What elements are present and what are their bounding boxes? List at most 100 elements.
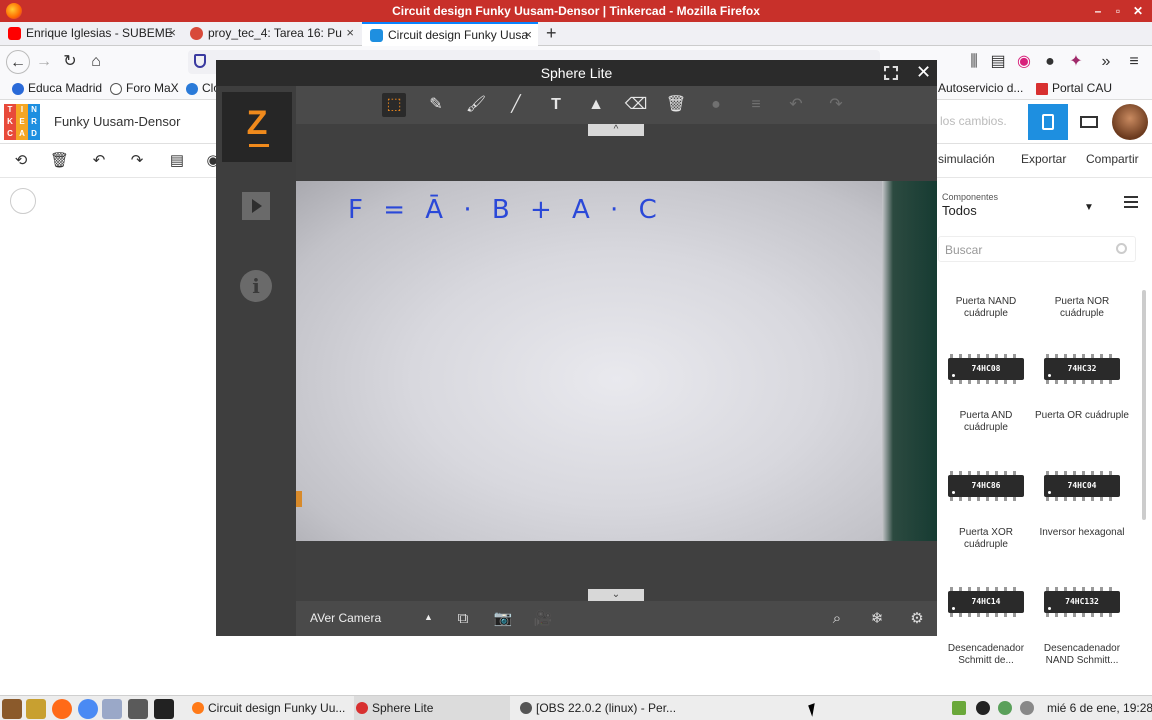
component-item[interactable]: 74HC08 Puerta AND cuádruple: [938, 354, 1034, 434]
tinkercad-logo[interactable]: TINKERCAD: [4, 104, 40, 140]
editor-launcher-icon[interactable]: [26, 699, 46, 719]
update-icon[interactable]: [998, 701, 1012, 715]
files-launcher-icon[interactable]: [2, 699, 22, 719]
start-simulation-button[interactable]: simulación: [938, 152, 995, 166]
forward-button[interactable]: →: [32, 50, 56, 74]
component-item[interactable]: 74HC132 Desencadenador NAND Schmitt...: [1034, 587, 1130, 667]
redo-icon[interactable]: ↷: [824, 93, 848, 117]
rotate-icon[interactable]: ⟲: [12, 152, 30, 170]
freeze-icon[interactable]: ❄: [866, 609, 888, 629]
tab-close-icon[interactable]: ×: [168, 22, 176, 44]
undo-icon[interactable]: ↶: [90, 152, 108, 170]
screenshot-launcher-icon[interactable]: [128, 699, 148, 719]
sphere-titlebar[interactable]: Sphere Lite ✕: [216, 60, 937, 86]
close-icon[interactable]: ✕: [916, 62, 931, 83]
select-tool-icon[interactable]: ⬚: [382, 93, 406, 117]
notes-icon[interactable]: ▤: [168, 152, 186, 170]
collapse-toolbar-handle[interactable]: ^: [588, 124, 644, 136]
zoom-fit-icon[interactable]: [10, 188, 36, 214]
chevron-up-icon[interactable]: ▲: [424, 612, 433, 622]
delete-icon[interactable]: 🗑: [50, 152, 69, 170]
library-icon[interactable]: ⫼: [962, 50, 986, 74]
tab-close-icon[interactable]: ×: [346, 22, 354, 44]
trash-icon[interactable]: 🗑: [664, 93, 688, 117]
firefox-icon: [192, 702, 204, 714]
color-drop-icon[interactable]: ●: [704, 93, 728, 117]
component-item[interactable]: 74HC04 Inversor hexagonal: [1034, 471, 1130, 539]
highlighter-tool-icon[interactable]: 🖌: [464, 93, 488, 117]
task-firefox[interactable]: Circuit design Funky Uu...: [190, 696, 350, 720]
back-button[interactable]: ←: [6, 50, 30, 74]
bookmark-portal-cau[interactable]: Portal CAU: [1036, 81, 1112, 95]
clock[interactable]: mié 6 de ene, 19:28: [1047, 701, 1152, 715]
panel-scrollbar[interactable]: [1142, 290, 1146, 520]
schematic-view-button[interactable]: [1028, 104, 1068, 140]
redo-icon[interactable]: ↷: [128, 152, 146, 170]
component-item[interactable]: 74HC86 Puerta XOR cuádruple: [938, 471, 1034, 551]
bookmark-foro-max[interactable]: Foro MaX: [110, 81, 179, 95]
design-title[interactable]: Funky Uusam-Densor: [54, 114, 180, 129]
eraser-tool-icon[interactable]: ⌫: [624, 93, 648, 117]
bookmark-icon: [12, 83, 24, 95]
line-tool-icon[interactable]: ╱: [504, 93, 528, 117]
component-search-input[interactable]: Buscar: [938, 236, 1136, 262]
reload-button[interactable]: ↻: [58, 50, 82, 74]
chrome-launcher-icon[interactable]: [78, 699, 98, 719]
cloud-sync-icon[interactable]: [976, 701, 990, 715]
menu-icon[interactable]: ≡: [1122, 50, 1146, 74]
share-button[interactable]: Compartir: [1086, 152, 1139, 166]
settings-gear-icon[interactable]: ⚙: [906, 609, 928, 629]
line-width-icon[interactable]: ≡: [744, 93, 768, 117]
volume-icon[interactable]: [1020, 701, 1034, 715]
tab-close-icon[interactable]: ×: [524, 24, 532, 46]
gallery-icon[interactable]: ⧉: [452, 609, 474, 629]
tab-proy-tec[interactable]: proy_tec_4: Tarea 16: Pu ×: [182, 22, 360, 46]
account-icon[interactable]: ●: [1038, 50, 1062, 74]
component-item[interactable]: Puerta NOR cuádruple: [1034, 292, 1130, 320]
list-view-icon[interactable]: [1124, 196, 1138, 208]
text-tool-icon[interactable]: T: [544, 93, 568, 117]
shape-tool-icon[interactable]: ▲: [584, 93, 608, 117]
close-window-button[interactable]: ✕: [1130, 3, 1146, 19]
tab-tinkercad[interactable]: Circuit design Funky Uusa ×: [362, 22, 538, 46]
sphere-logo[interactable]: Z: [222, 92, 292, 162]
network-signal-icon[interactable]: [952, 701, 966, 715]
sidebar-icon[interactable]: ▤: [986, 50, 1010, 74]
tinkercad-icon: [370, 29, 383, 42]
component-item[interactable]: 74HC32 Puerta OR cuádruple: [1034, 354, 1130, 422]
play-button[interactable]: [242, 192, 270, 220]
component-list-view-icon[interactable]: [1080, 116, 1098, 128]
fullscreen-icon[interactable]: [884, 66, 898, 80]
maximize-button[interactable]: ▫: [1110, 3, 1126, 19]
chip-label: 74HC04: [1067, 481, 1097, 490]
zoom-icon[interactable]: ⌕: [826, 609, 848, 629]
undo-icon[interactable]: ↶: [784, 93, 808, 117]
pocket-icon[interactable]: ◉: [1012, 50, 1036, 74]
task-sphere-lite[interactable]: Sphere Lite: [354, 696, 510, 720]
extension-puzzle-icon[interactable]: »: [1094, 50, 1118, 74]
notes-launcher-icon[interactable]: [102, 699, 122, 719]
extension-icon[interactable]: ✦: [1064, 50, 1088, 74]
tab-youtube[interactable]: Enrique Iglesias - SUBEME ×: [0, 22, 182, 46]
avatar[interactable]: [1112, 104, 1148, 140]
video-record-icon[interactable]: 🎥: [532, 609, 554, 629]
firefox-launcher-icon[interactable]: [52, 699, 72, 719]
pen-tool-icon[interactable]: ✎: [424, 93, 448, 117]
obs-launcher-icon[interactable]: [154, 699, 174, 719]
component-item[interactable]: Puerta NAND cuádruple: [938, 292, 1034, 320]
component-item[interactable]: 74HC14 Desencadenador Schmitt de...: [938, 587, 1034, 667]
components-filter-select[interactable]: Todos: [942, 203, 977, 218]
collapse-bottom-handle[interactable]: ⌄: [588, 589, 644, 601]
minimize-button[interactable]: –: [1090, 3, 1106, 19]
camera-source-select[interactable]: AVer Camera: [310, 611, 381, 625]
bookmark-cloud[interactable]: Clo: [186, 81, 220, 95]
task-obs[interactable]: [OBS 22.0.2 (linux) - Per...: [518, 696, 686, 720]
bookmark-autoservicio[interactable]: Autoservicio d...: [938, 81, 1023, 95]
new-tab-button[interactable]: +: [546, 23, 557, 44]
camera-icon[interactable]: 📷: [492, 609, 514, 629]
info-button[interactable]: i: [240, 270, 272, 302]
home-button[interactable]: ⌂: [84, 50, 108, 74]
export-button[interactable]: Exportar: [1021, 152, 1066, 166]
chevron-down-icon[interactable]: ▼: [1084, 202, 1094, 213]
bookmark-educa-madrid[interactable]: Educa Madrid: [12, 81, 102, 95]
